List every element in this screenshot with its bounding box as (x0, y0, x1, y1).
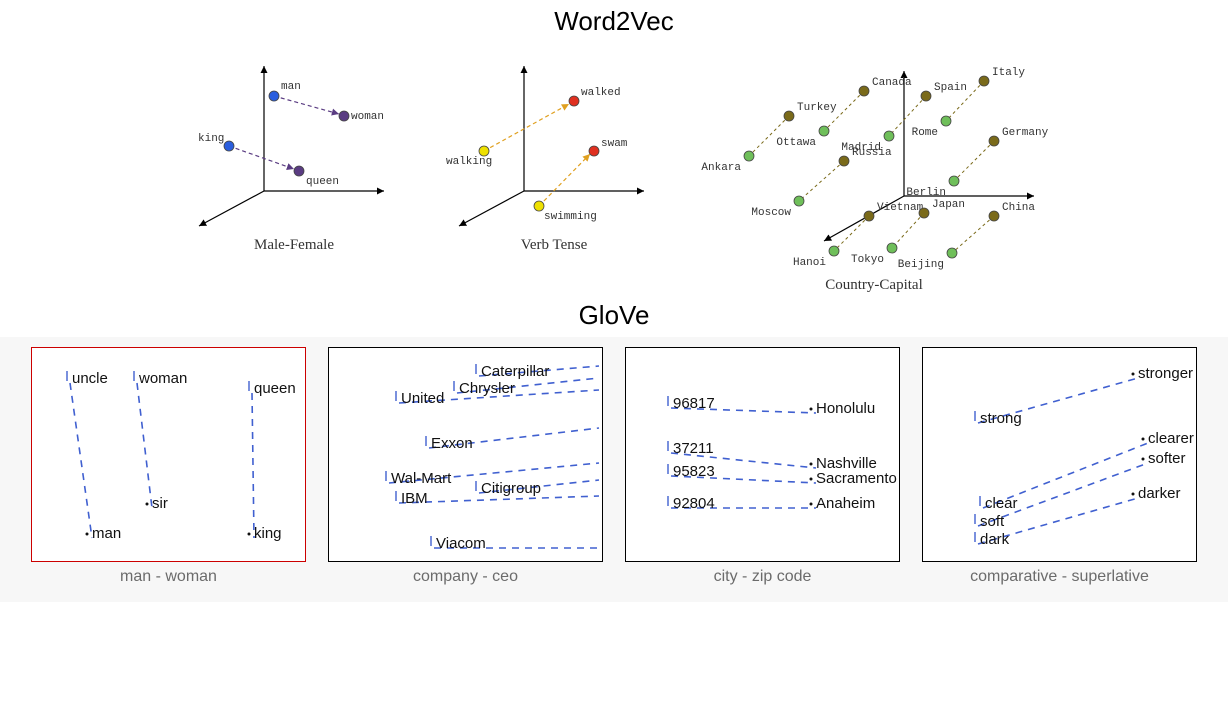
pt-label: Turkey (797, 102, 837, 114)
glove-label: sir (152, 495, 168, 512)
pt-label: Canada (872, 77, 912, 89)
pt-label: Tokyo (851, 254, 884, 266)
pt-label: king (198, 133, 224, 145)
w2v-caption: Country-Capital (825, 277, 923, 294)
glove-svg: 96817Honolulu37211Nashville95823Sacramen… (625, 347, 900, 562)
glove-label: dark (980, 531, 1010, 548)
glove-label: woman (138, 370, 187, 387)
w2v-panel-verb-tense: walking walked swimming swam Verb Tense (434, 41, 674, 294)
pt-label: Ankara (701, 162, 741, 174)
pt-label: Germany (1002, 127, 1049, 139)
glove-caption: comparative - superlative (970, 568, 1149, 586)
pt-label: China (1002, 202, 1035, 214)
pt-label: Moscow (751, 207, 791, 219)
glove-label: 37211 (673, 440, 714, 457)
glove-label: Exxon (431, 435, 473, 452)
section-title-word2vec: Word2Vec (0, 6, 1228, 37)
glove-label: soft (980, 513, 1005, 530)
glove-label: IBM (401, 490, 428, 507)
glove-svg: CaterpillarChrysler United Exxon Wal-Mart Ci… (328, 347, 603, 562)
glove-label: Sacramento (816, 470, 897, 487)
glove-label: 95823 (673, 463, 715, 480)
w2v-svg-country-capital: CanadaOttawaTurkeyAnkaraSpainMadridItaly… (694, 41, 1054, 271)
glove-row: uncle man woman sir queen king man - woman Ca… (20, 347, 1208, 586)
pt-label: Japan (932, 199, 965, 211)
glove-label: Chrysler (459, 380, 515, 397)
glove-label: Citigroup (481, 480, 541, 497)
glove-wrap: uncle man woman sir queen king man - woman Ca… (0, 337, 1228, 602)
pt-label: swam (601, 138, 628, 150)
w2v-panel-male-female: man woman king queen Male-Female (174, 41, 414, 294)
pt-label: Vietnam (877, 202, 924, 214)
pt-label: walking (446, 156, 492, 168)
w2v-caption: Male-Female (254, 237, 334, 254)
glove-label: 92804 (673, 495, 715, 512)
glove-label: Caterpillar (481, 363, 549, 380)
glove-label: clearer (1148, 430, 1194, 447)
pt-label: Russia (852, 147, 892, 159)
glove-label: strong (980, 410, 1022, 427)
pt-label: queen (306, 176, 339, 188)
pt-label: Italy (992, 67, 1025, 79)
glove-label: queen (254, 380, 296, 397)
w2v-panel-country-capital: CanadaOttawaTurkeyAnkaraSpainMadridItaly… (694, 41, 1054, 294)
pt-label: woman (351, 111, 384, 123)
glove-label: Honolulu (816, 400, 875, 417)
glove-svg: strong stronger clear clearer soft softer dark… (922, 347, 1197, 562)
pt-label: Ottawa (776, 137, 816, 149)
pt-label: Hanoi (793, 257, 826, 269)
word2vec-row: man woman king queen Male-Female (0, 41, 1228, 294)
glove-label: darker (1138, 485, 1181, 502)
glove-panel-comparative: strong stronger clear clearer soft softer dark… (922, 347, 1197, 586)
w2v-svg-male-female: man woman king queen (174, 41, 414, 231)
glove-panel-man-woman: uncle man woman sir queen king man - woman (31, 347, 306, 586)
glove-label: Anaheim (816, 495, 875, 512)
section-title-glove: GloVe (0, 300, 1228, 331)
glove-label: uncle (72, 370, 108, 387)
pt-label: Rome (912, 127, 938, 139)
glove-label: clear (985, 495, 1018, 512)
glove-label: man (92, 525, 121, 542)
pt-label: Beijing (898, 259, 944, 271)
glove-caption: city - zip code (714, 568, 812, 586)
glove-label: Viacom (436, 535, 486, 552)
pt-label: Berlin (906, 187, 946, 199)
pt-label: swimming (544, 211, 597, 223)
glove-panel-company-ceo: CaterpillarChrysler United Exxon Wal-Mart Ci… (328, 347, 603, 586)
glove-svg: uncle man woman sir queen king (31, 347, 306, 562)
pt-label: Spain (934, 82, 967, 94)
glove-label: stronger (1138, 365, 1193, 382)
w2v-caption: Verb Tense (521, 237, 588, 254)
glove-label: United (401, 390, 444, 407)
glove-caption: company - ceo (413, 568, 518, 586)
glove-panel-city-zip: 96817Honolulu37211Nashville95823Sacramen… (625, 347, 900, 586)
glove-label: 96817 (673, 395, 715, 412)
pt-label: man (281, 81, 301, 93)
pt-label: walked (581, 87, 621, 99)
glove-label: king (254, 525, 282, 542)
w2v-svg-verb-tense: walking walked swimming swam (434, 41, 674, 231)
glove-label: Wal-Mart (391, 470, 452, 487)
glove-caption: man - woman (120, 568, 217, 586)
glove-label: softer (1148, 450, 1186, 467)
